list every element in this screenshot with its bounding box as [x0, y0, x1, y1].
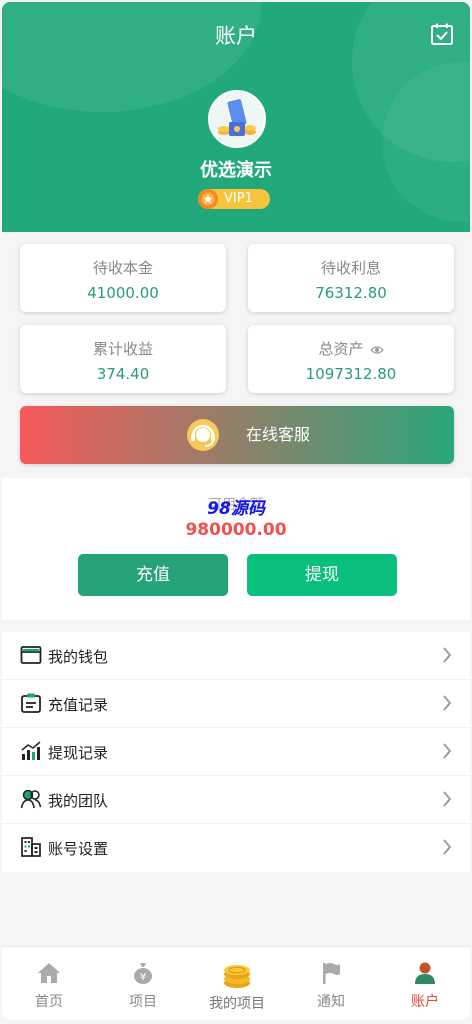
chevron-right-icon: [443, 695, 452, 711]
balance-value: 980000.00: [185, 520, 287, 540]
stat-value: 374.40: [96, 365, 150, 383]
chevron-right-icon: [443, 743, 452, 759]
headset-icon: [187, 419, 219, 451]
vip-badge: VIP1: [198, 189, 270, 209]
tab-label: 通知: [317, 994, 345, 1010]
tab-label: 账户: [411, 994, 439, 1010]
withdraw-button[interactable]: 提现: [247, 554, 397, 596]
stat-value: 1097312.80: [305, 365, 397, 383]
calendar-check-icon[interactable]: [430, 22, 454, 46]
chevron-right-icon: [443, 791, 452, 807]
avatar-image: [210, 92, 264, 146]
chevron-right-icon: [443, 647, 452, 663]
stat-card-total-assets: 总资产 1097312.80: [248, 325, 454, 393]
bar-chart-icon: [21, 741, 41, 760]
menu-item-account-settings[interactable]: 账号设置: [2, 824, 470, 872]
recharge-button[interactable]: 充值: [78, 554, 228, 596]
avatar[interactable]: [208, 90, 266, 148]
stat-label: 累计收益: [92, 340, 153, 358]
menu-label: 账号设置: [48, 840, 109, 858]
tab-home[interactable]: 首页: [2, 947, 96, 1020]
balance-section: 可用余额 98源码 980000.00 充值 提现: [2, 478, 470, 620]
menu-item-recharge-records[interactable]: 充值记录: [2, 680, 470, 728]
stat-value: 41000.00: [87, 284, 159, 302]
bottom-tab-bar: 首页 ¥ 项目 我的项目 通知 账户: [2, 946, 470, 1020]
stat-card-total-earnings: 累计收益 374.40: [20, 325, 226, 393]
stat-label: 总资产: [318, 340, 364, 358]
stat-label: 待收利息: [320, 259, 381, 277]
building-icon: [21, 837, 41, 857]
vip-label: VIP1: [224, 191, 253, 206]
tab-label: 项目: [129, 994, 157, 1010]
eye-icon[interactable]: [369, 345, 384, 355]
stat-value: 76312.80: [315, 284, 387, 302]
menu-item-withdraw-records[interactable]: 提现记录: [2, 728, 470, 776]
tab-label: 我的项目: [209, 996, 265, 1012]
app-frame: 账户 优选演示 VIP1 待收本金 41000.00 待收利息 76312.80…: [2, 2, 470, 1020]
wallet-icon: [20, 646, 42, 664]
team-icon: [20, 789, 42, 809]
medal-icon: [198, 189, 218, 209]
account-menu: 我的钱包 充值记录 提现记录 我的团队 账号设置: [2, 632, 470, 872]
tab-account[interactable]: 账户: [378, 947, 470, 1020]
menu-label: 充值记录: [48, 696, 109, 714]
watermark: 98源码: [207, 499, 265, 519]
menu-label: 我的团队: [48, 792, 109, 810]
clipboard-icon: [21, 693, 41, 713]
coins-icon: [224, 965, 250, 988]
chevron-right-icon: [443, 839, 452, 855]
tab-my-projects[interactable]: 我的项目: [190, 947, 284, 1020]
online-service-button[interactable]: 在线客服: [20, 406, 454, 464]
svg-text:¥: ¥: [140, 972, 146, 983]
tab-projects[interactable]: ¥ 项目: [96, 947, 190, 1020]
account-header: 账户 优选演示 VIP1: [2, 2, 470, 232]
tab-notifications[interactable]: 通知: [284, 947, 378, 1020]
stat-label: 待收本金: [92, 259, 153, 277]
flag-icon: [323, 963, 340, 984]
page-title: 账户: [215, 24, 257, 48]
username: 优选演示: [200, 160, 272, 181]
home-icon: [38, 963, 60, 983]
stat-card-pending-principal: 待收本金 41000.00: [20, 244, 226, 312]
menu-label: 提现记录: [48, 744, 109, 762]
user-icon: [415, 962, 435, 984]
stat-card-pending-interest: 待收利息 76312.80: [248, 244, 454, 312]
money-bag-icon: ¥: [134, 963, 152, 984]
menu-item-team[interactable]: 我的团队: [2, 776, 470, 824]
menu-item-wallet[interactable]: 我的钱包: [2, 632, 470, 680]
tab-label: 首页: [35, 994, 63, 1010]
online-service-label: 在线客服: [246, 425, 311, 444]
menu-label: 我的钱包: [48, 648, 109, 666]
